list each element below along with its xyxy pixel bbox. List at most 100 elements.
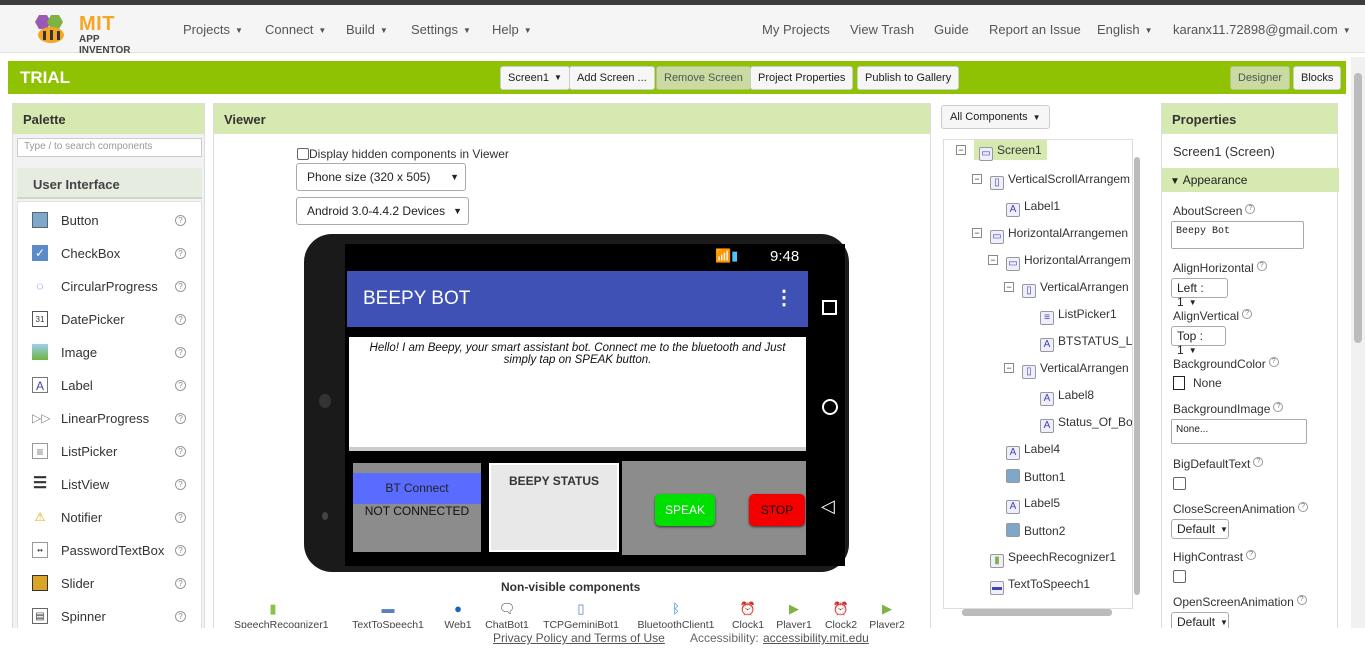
back-icon[interactable]: ◁: [821, 496, 835, 517]
nonvisible-item[interactable]: 🗨 ChatBot1: [482, 601, 532, 631]
nonvisible-item[interactable]: ▬ TextToSpeech1: [349, 601, 427, 631]
project-properties-button[interactable]: Project Properties: [750, 66, 854, 90]
nav-my-projects[interactable]: My Projects: [762, 22, 830, 37]
palette-category-user-interface[interactable]: User Interface: [17, 168, 202, 199]
palette-item-circularprogress[interactable]: ◌ CircularProgress?: [18, 270, 201, 303]
phone-size-select[interactable]: Phone size (320 x 505) ▼: [296, 163, 466, 191]
help-icon[interactable]: ?: [175, 215, 186, 226]
help-icon[interactable]: ?: [1268, 357, 1279, 367]
help-icon[interactable]: ?: [1253, 457, 1264, 467]
nav-view-trash[interactable]: View Trash: [850, 22, 914, 37]
add-screen-button[interactable]: Add Screen ...: [569, 66, 655, 90]
accessibility-link[interactable]: accessibility.mit.edu: [763, 631, 869, 645]
collapse-toggle-icon[interactable]: −: [956, 145, 966, 155]
collapse-toggle-icon[interactable]: −: [972, 228, 982, 238]
palette-item-slider[interactable]: Slider?: [18, 567, 201, 600]
nav-build[interactable]: Build ▼: [346, 22, 388, 37]
tree-node[interactable]: A Status_Of_Bo: [1040, 415, 1132, 437]
palette-item-listpicker[interactable]: ≡ ListPicker?: [18, 435, 201, 468]
nonvisible-item[interactable]: ▶ Player2: [864, 601, 910, 631]
android-version-select[interactable]: Android 3.0-4.4.2 Devices ▼: [296, 197, 469, 225]
help-icon[interactable]: ?: [175, 611, 186, 622]
tree-horizontal-scrollbar[interactable]: [950, 605, 1130, 619]
nonvisible-item[interactable]: ⏰ Clock1: [724, 601, 772, 631]
palette-item-image[interactable]: Image?: [18, 336, 201, 369]
overflow-menu-icon[interactable]: ⋮: [774, 285, 794, 310]
designer-button[interactable]: Designer: [1230, 66, 1291, 90]
nonvisible-item[interactable]: ▮ SpeechRecognizer1: [234, 601, 329, 631]
nav-language[interactable]: English ▼: [1097, 22, 1153, 37]
remove-screen-button[interactable]: Remove Screen: [656, 66, 751, 90]
nav-settings[interactable]: Settings ▼: [411, 22, 471, 37]
help-icon[interactable]: ?: [1273, 402, 1284, 412]
collapse-toggle-icon[interactable]: −: [988, 255, 998, 265]
collapse-toggle-icon[interactable]: −: [1004, 363, 1014, 373]
home-icon[interactable]: [822, 399, 838, 415]
help-icon[interactable]: ?: [1245, 204, 1256, 214]
palette-search-input[interactable]: Type / to search components: [17, 138, 202, 157]
privacy-link[interactable]: Privacy Policy and Terms of Use: [493, 631, 665, 645]
palette-item-notifier[interactable]: ⚠ Notifier?: [18, 501, 201, 534]
page-scroll-thumb[interactable]: [1354, 73, 1362, 343]
palette-item-listview[interactable]: ☰ ListView?: [18, 468, 201, 501]
tree-node[interactable]: − ▭ Screen1: [956, 140, 1047, 165]
help-icon[interactable]: ?: [175, 578, 186, 589]
bt-connect-button[interactable]: BT Connect: [353, 473, 481, 504]
scroll-thumb[interactable]: [1134, 157, 1140, 595]
appearance-section[interactable]: ▼ Appearance: [1162, 168, 1339, 192]
help-icon[interactable]: ?: [175, 314, 186, 325]
nonvisible-item[interactable]: ▯ TCPGeminiBot1: [536, 601, 626, 631]
tree-node[interactable]: − ▯ VerticalArrangen: [1004, 361, 1129, 383]
display-hidden-checkbox[interactable]: Display hidden components in Viewer: [297, 147, 509, 161]
speak-button[interactable]: SPEAK: [655, 494, 715, 526]
help-icon[interactable]: ?: [1246, 550, 1257, 560]
background-image-input[interactable]: None...: [1171, 419, 1307, 444]
tree-node[interactable]: A BTSTATUS_LA: [1040, 334, 1132, 356]
nav-guide[interactable]: Guide: [934, 22, 969, 37]
help-icon[interactable]: ?: [1242, 309, 1253, 319]
help-icon[interactable]: ?: [175, 347, 186, 358]
blocks-button[interactable]: Blocks: [1293, 66, 1342, 90]
bgcolor-value[interactable]: None: [1193, 376, 1222, 390]
palette-item-checkbox[interactable]: ✓ CheckBox?: [18, 237, 201, 270]
publish-gallery-button[interactable]: Publish to Gallery: [857, 66, 960, 90]
help-icon[interactable]: ?: [175, 545, 186, 556]
nonvisible-item[interactable]: ⏰ Clock2: [817, 601, 865, 631]
help-icon[interactable]: ?: [175, 248, 186, 259]
tree-node[interactable]: − ▭ HorizontalArrangem: [988, 253, 1131, 275]
about-screen-input[interactable]: Beepy Bot: [1171, 221, 1304, 249]
palette-item-linearprogress[interactable]: ▷▷ LinearProgress?: [18, 402, 201, 435]
nonvisible-item[interactable]: ᛒ BluetoothClient1: [631, 601, 721, 631]
help-icon[interactable]: ?: [175, 512, 186, 523]
page-scrollbar[interactable]: [1351, 57, 1365, 630]
align-vertical-select[interactable]: Top : 1 ▼: [1171, 326, 1226, 357]
tree-node[interactable]: ▮ SpeechRecognizer1: [990, 550, 1116, 572]
help-icon[interactable]: ?: [1296, 595, 1307, 605]
nav-projects[interactable]: Projects ▼: [183, 22, 243, 37]
collapse-toggle-icon[interactable]: −: [1004, 282, 1014, 292]
palette-item-label-comp[interactable]: A Label?: [18, 369, 201, 402]
component-filter-select[interactable]: All Components ▼: [941, 105, 1050, 129]
tree-node[interactable]: A Label4: [1006, 442, 1060, 464]
stop-button[interactable]: STOP: [749, 494, 805, 526]
tree-node[interactable]: Button1: [1006, 469, 1065, 491]
tree-node[interactable]: ▬ TextToSpeech1: [990, 577, 1090, 599]
tree-node[interactable]: A Label1: [1006, 199, 1060, 221]
nonvisible-item[interactable]: ▶ Player1: [771, 601, 817, 631]
big-default-text-checkbox[interactable]: [1173, 477, 1186, 490]
screen-select-button[interactable]: Screen1 ▼: [500, 66, 570, 90]
help-icon[interactable]: ?: [1298, 502, 1309, 512]
palette-item-button[interactable]: Button?: [18, 204, 201, 237]
nav-help[interactable]: Help ▼: [492, 22, 532, 37]
nav-connect[interactable]: Connect ▼: [265, 22, 326, 37]
help-icon[interactable]: ?: [175, 446, 186, 457]
help-icon[interactable]: ?: [175, 479, 186, 490]
recent-apps-icon[interactable]: [822, 300, 837, 315]
nav-account[interactable]: karanx11.72898@gmail.com ▼: [1173, 22, 1351, 37]
tree-node[interactable]: − ▯ VerticalScrollArrangem: [972, 172, 1130, 194]
collapse-toggle-icon[interactable]: −: [972, 174, 982, 184]
tree-node[interactable]: − ▭ HorizontalArrangemen: [972, 226, 1128, 248]
tree-node[interactable]: A Label8: [1040, 388, 1094, 410]
nonvisible-item[interactable]: ● Web1: [438, 601, 478, 631]
app-logo[interactable]: MIT APP INVENTOR: [30, 13, 152, 56]
